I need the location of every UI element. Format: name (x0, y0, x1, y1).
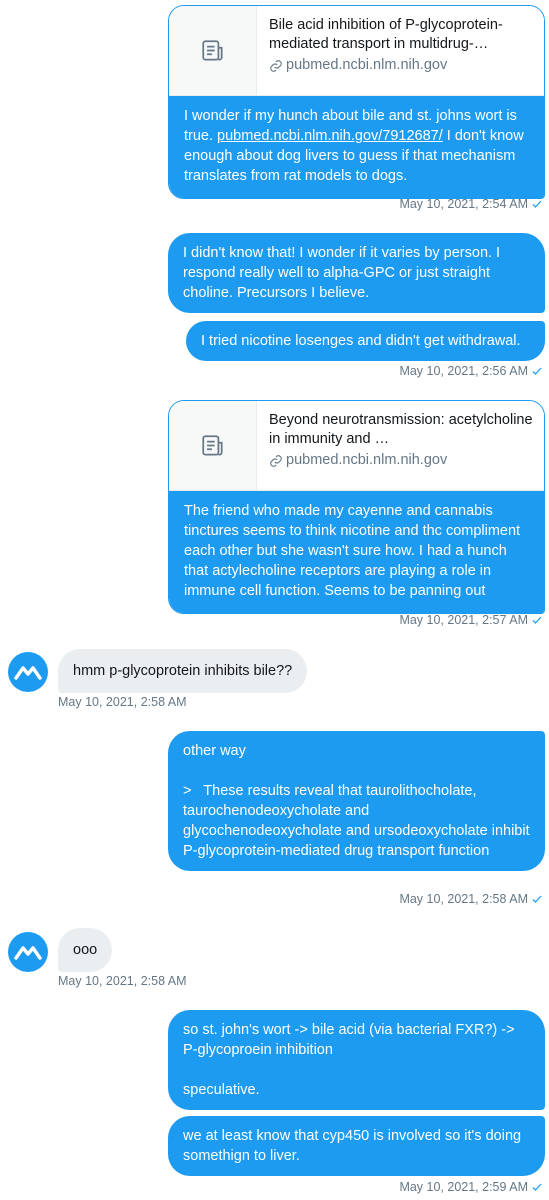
mountain-logo-icon (14, 666, 42, 680)
message-timestamp: May 10, 2021, 2:59 AM (399, 1180, 543, 1194)
message-timestamp: May 10, 2021, 2:56 AM (399, 364, 543, 378)
link-preview[interactable]: Beyond neurotransmission: acetylcholine … (169, 401, 544, 491)
message-bubble: so st. john's wort -> bile acid (via bac… (168, 1010, 545, 1110)
checkmark-icon (532, 1183, 542, 1191)
mountain-logo-icon (14, 946, 42, 960)
message-text: I wonder if my hunch about bile and st. … (169, 96, 544, 198)
link-preview-title[interactable]: Bile acid inhibition of P-glycoprotein-m… (269, 16, 534, 54)
message-bubble: we at least know that cyp450 is involved… (168, 1116, 545, 1176)
message-bubble: other way > These results reveal that ta… (168, 731, 545, 871)
link-preview[interactable]: Bile acid inhibition of P-glycoprotein-m… (169, 6, 544, 96)
article-icon (201, 434, 223, 456)
link-preview-thumbnail (169, 6, 257, 95)
article-icon (201, 39, 223, 61)
message-bubble: I didn't know that! I wonder if it varie… (168, 233, 545, 313)
checkmark-icon (532, 367, 542, 375)
message-bubble: ooo (58, 928, 113, 972)
link-card-message[interactable]: Bile acid inhibition of P-glycoprotein-m… (168, 5, 545, 199)
avatar[interactable] (8, 652, 48, 692)
message-timestamp: May 10, 2021, 2:54 AM (399, 197, 543, 211)
message-timestamp: May 10, 2021, 2:58 AM (399, 892, 543, 906)
message-bubble: hmm p-glycoprotein inhibits bile?? (58, 649, 308, 693)
message-text: The friend who made my cayenne and canna… (169, 491, 544, 613)
link-card-message[interactable]: Beyond neurotransmission: acetylcholine … (168, 400, 545, 614)
checkmark-icon (532, 616, 542, 624)
link-preview-title[interactable]: Beyond neurotransmission: acetylcholine … (269, 411, 534, 449)
message-timestamp: May 10, 2021, 2:58 AM (58, 695, 187, 709)
link-preview-thumbnail (169, 401, 257, 490)
message-bubble: I tried nicotine losenges and didn't get… (186, 321, 545, 361)
link-preview-domain: pubmed.ncbi.nlm.nih.gov (286, 57, 448, 73)
link-icon (270, 454, 282, 467)
checkmark-icon (532, 200, 542, 208)
avatar[interactable] (8, 932, 48, 972)
message-link[interactable]: pubmed.ncbi.nlm.nih.gov/7912687/ (217, 128, 443, 144)
message-timestamp: May 10, 2021, 2:58 AM (58, 974, 187, 988)
link-preview-domain: pubmed.ncbi.nlm.nih.gov (286, 452, 448, 468)
link-icon (270, 59, 282, 72)
checkmark-icon (532, 895, 542, 903)
message-timestamp: May 10, 2021, 2:57 AM (399, 613, 543, 627)
